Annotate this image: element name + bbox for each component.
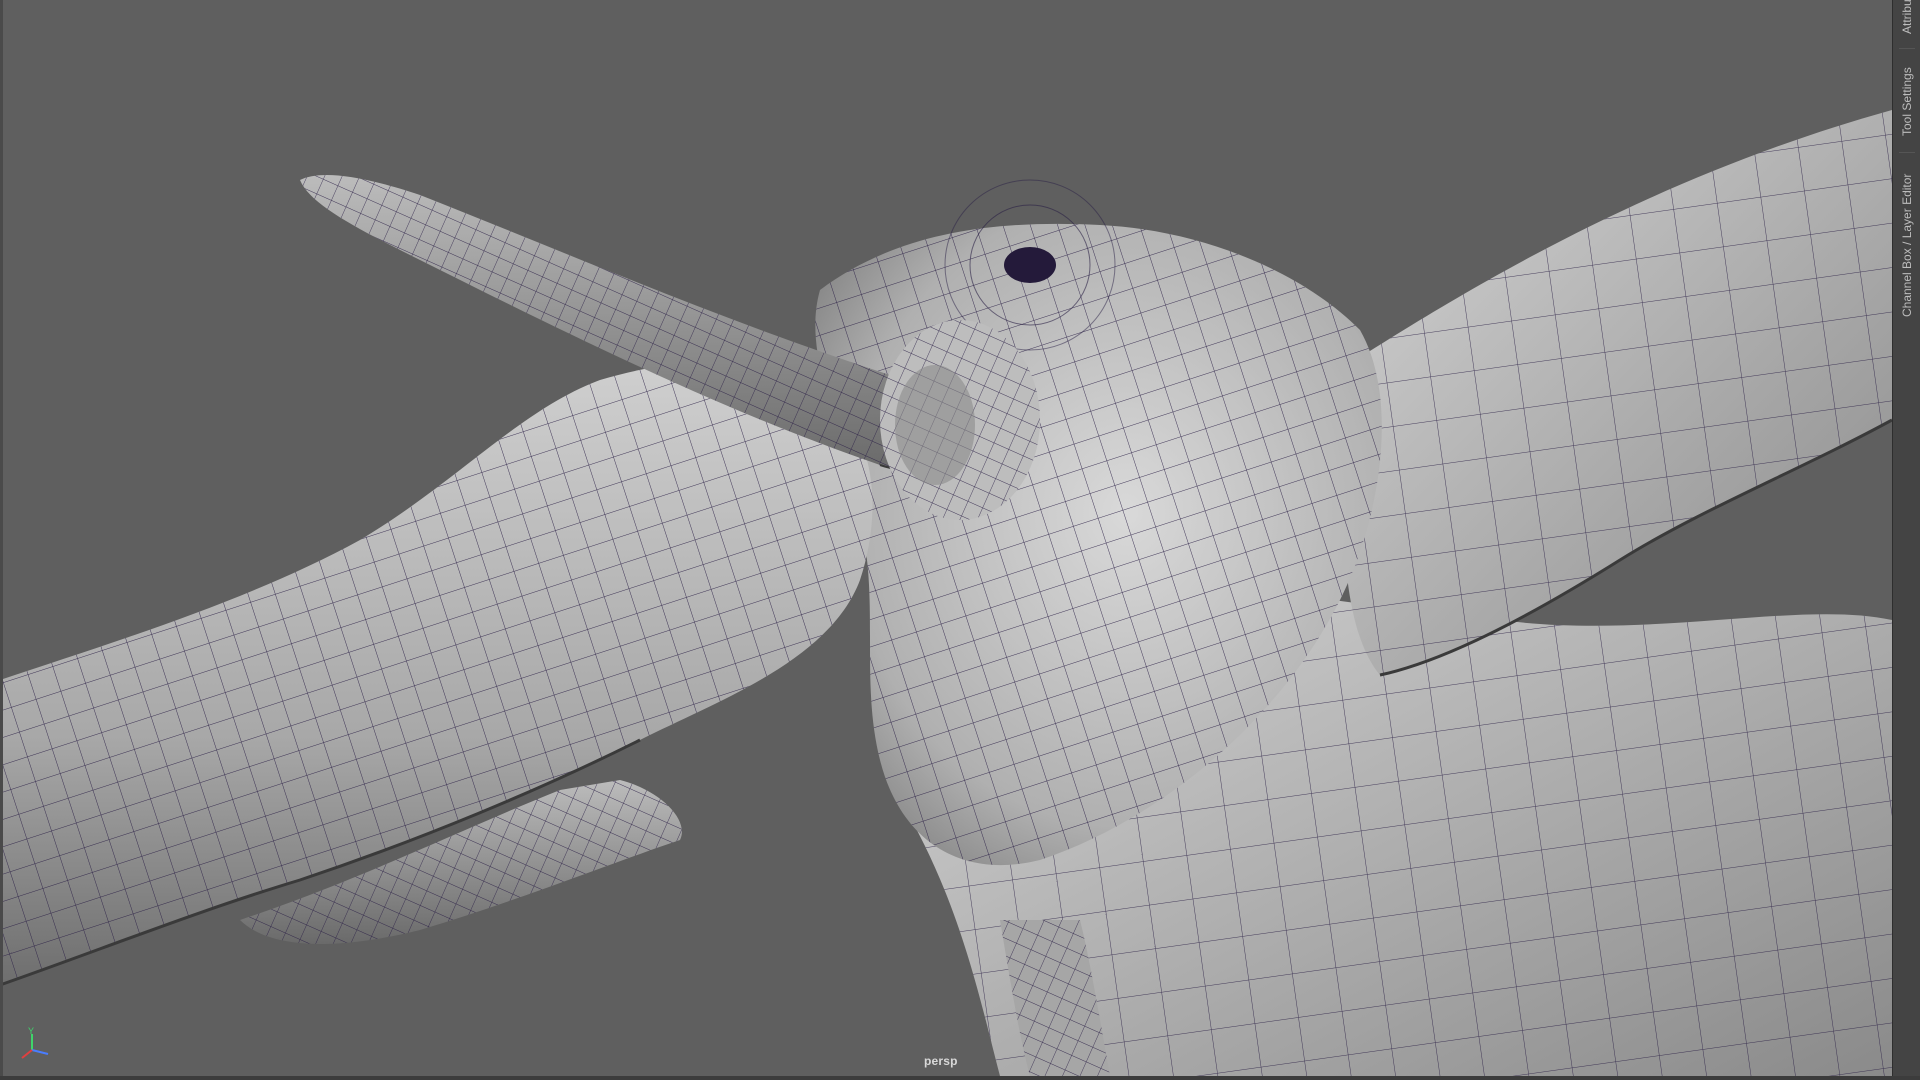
tusk-socket-mesh [880, 320, 1040, 520]
tab-divider [1899, 48, 1915, 49]
tab-attribute-editor-label: Attribu [1900, 0, 1914, 35]
viewport-bottom-border [0, 1076, 1920, 1080]
perspective-viewport[interactable]: persp Y [0, 0, 1892, 1076]
tab-channel-box-layer-editor[interactable]: Channel Box / Layer Editor [1897, 160, 1917, 330]
camera-name-label: persp [924, 1054, 958, 1068]
maya-main-window: persp Y Attribu Tool Settings Channel Bo… [0, 0, 1920, 1080]
y-axis-label: Y [28, 1026, 34, 1036]
tab-tool-settings[interactable]: Tool Settings [1897, 58, 1917, 146]
x-axis-line [21, 1049, 33, 1059]
tab-attribute-editor[interactable]: Attribu [1897, 0, 1917, 38]
elephant-mesh-render[interactable] [0, 0, 1892, 1076]
ear-mesh [1340, 110, 1892, 677]
tab-tool-settings-label: Tool Settings [1900, 67, 1914, 137]
eye-socket [1004, 247, 1056, 283]
z-axis-line [31, 1049, 49, 1055]
viewport-left-border [0, 0, 3, 1076]
tab-divider [1899, 152, 1915, 153]
tab-channel-box-label: Channel Box / Layer Editor [1900, 173, 1914, 317]
view-axis-gizmo-icon: Y [16, 1026, 56, 1066]
right-dock-panel: Attribu Tool Settings Channel Box / Laye… [1892, 0, 1920, 1080]
